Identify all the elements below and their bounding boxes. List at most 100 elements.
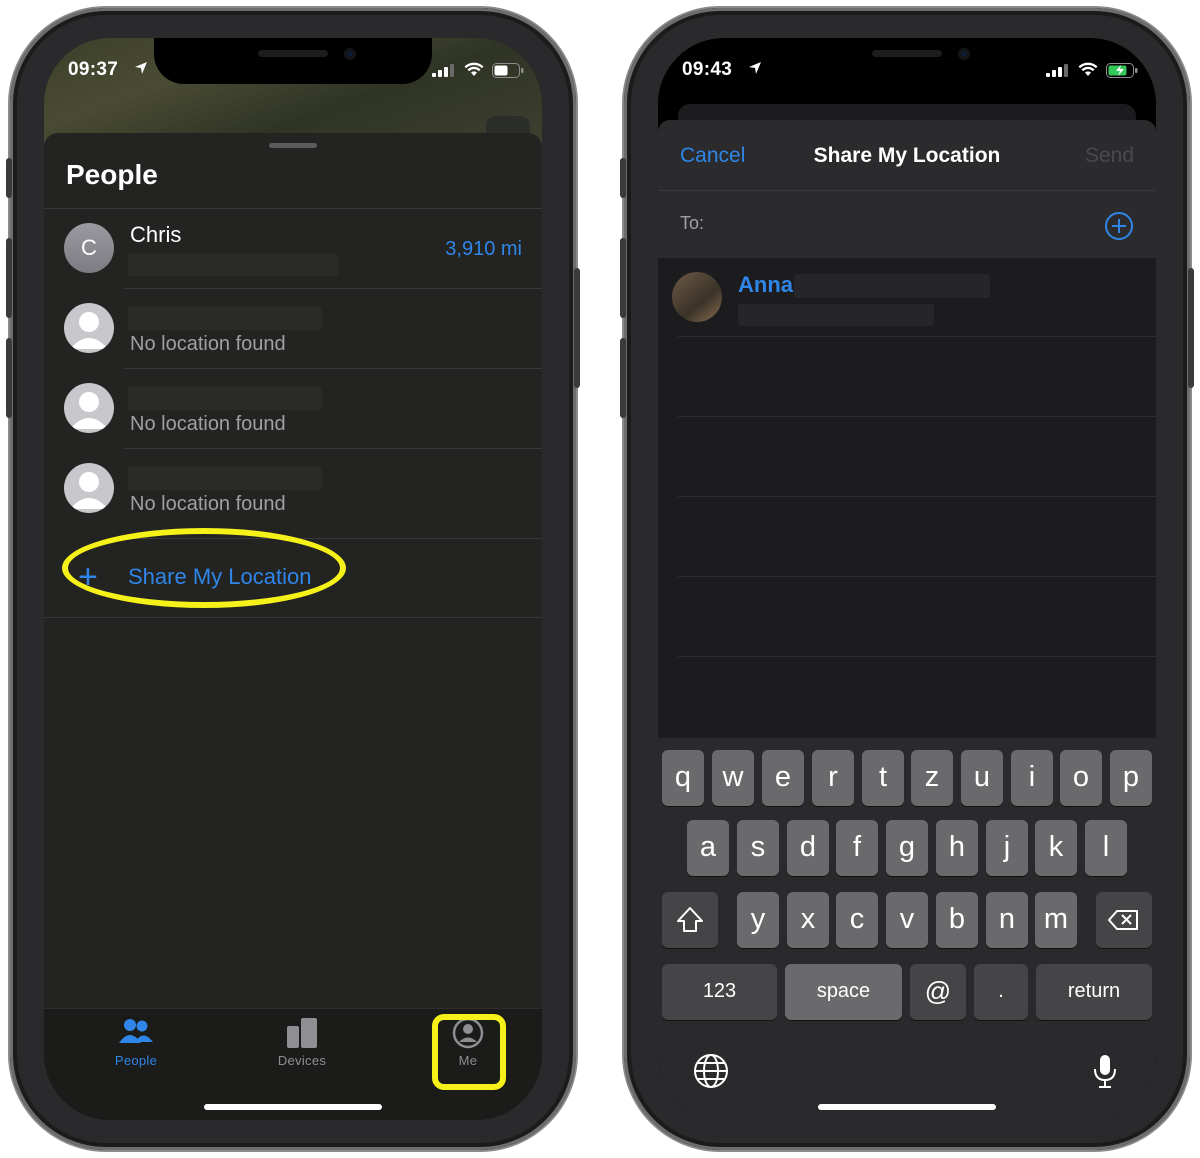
person-distance: 3,910 mi [445,238,522,260]
location-status: No location found [130,333,286,355]
add-contact-icon[interactable] [1104,211,1134,241]
row-divider [124,448,542,449]
left-screen: 09:37 People C Chris 3,910 mi No locatio… [44,38,542,1120]
key-z[interactable]: z [911,750,953,806]
contact-name: Anna [738,272,793,297]
key-l[interactable]: l [1085,820,1127,876]
key-v[interactable]: v [886,892,928,948]
key-f[interactable]: f [836,820,878,876]
home-indicator[interactable] [204,1104,382,1110]
location-status: No location found [130,413,286,435]
wifi-icon [464,62,484,76]
dot-key[interactable]: . [974,964,1028,1020]
tab-label: People [114,1053,158,1068]
key-y[interactable]: y [737,892,779,948]
cellular-signal-icon [1046,64,1068,77]
mute-switch [6,158,12,198]
numbers-key[interactable]: 123 [662,964,777,1020]
home-indicator[interactable] [818,1104,996,1110]
tab-devices[interactable]: Devices [242,1017,362,1077]
to-label: To: [680,213,705,233]
key-j[interactable]: j [986,820,1028,876]
sheet-grabber[interactable] [269,143,317,148]
redacted-address [128,254,338,276]
row-divider [678,656,1156,657]
devices-icon [287,1018,317,1048]
person-row-chris[interactable]: C Chris 3,910 mi [44,208,542,288]
shift-icon [677,907,703,932]
people-icon [119,1019,153,1043]
key-r[interactable]: r [812,750,854,806]
cancel-button[interactable]: Cancel [680,144,745,168]
battery-icon [492,63,524,78]
key-k[interactable]: k [1035,820,1077,876]
avatar-placeholder-icon [64,303,114,353]
wifi-icon [1078,62,1098,76]
row-divider [44,208,542,209]
delete-key[interactable] [1096,892,1152,948]
page-title: People [66,159,158,190]
row-divider [678,416,1156,417]
key-x[interactable]: x [787,892,829,948]
key-m[interactable]: m [1035,892,1077,948]
volume-down-button [6,338,12,418]
status-time: 09:43 [682,59,733,80]
key-e[interactable]: e [762,750,804,806]
tab-people[interactable]: People [76,1017,196,1077]
key-t[interactable]: t [862,750,904,806]
key-a[interactable]: a [687,820,729,876]
contact-avatar [672,272,722,322]
person-row[interactable]: No location found [44,448,542,528]
volume-down-button [620,338,626,418]
person-name: Chris [130,222,182,247]
person-row[interactable]: No location found [44,368,542,448]
contact-row[interactable]: Anna [658,258,1156,336]
key-n[interactable]: n [986,892,1028,948]
key-q[interactable]: q [662,750,704,806]
key-s[interactable]: s [737,820,779,876]
key-u[interactable]: u [961,750,1003,806]
right-screen: 09:43 Share My Location Cancel Send To: … [658,38,1156,1120]
highlight-annotation [432,1014,506,1090]
send-button[interactable]: Send [1085,144,1134,168]
row-divider [678,576,1156,577]
location-arrow-icon [749,62,761,74]
avatar-placeholder-icon [64,383,114,433]
keyboard: q w e r t z u i o p a s d f g h j k l y … [658,738,1156,1120]
avatar: C [64,223,114,273]
globe-icon[interactable] [692,1052,730,1090]
key-d[interactable]: d [787,820,829,876]
location-status: No location found [130,493,286,515]
space-key[interactable]: space [785,964,902,1020]
person-row[interactable]: No location found [44,288,542,368]
redacted-name [128,386,322,410]
left-phone: 09:37 People C Chris 3,910 mi No locatio… [6,8,580,1150]
backspace-icon [1108,910,1138,930]
recipient-field[interactable]: To: [658,190,1156,258]
notch [154,38,432,84]
right-phone: 09:43 Share My Location Cancel Send To: … [620,8,1194,1150]
key-b[interactable]: b [936,892,978,948]
key-g[interactable]: g [886,820,928,876]
shift-key[interactable] [662,892,718,948]
contact-suggestions: Anna [658,258,1156,738]
at-key[interactable]: @ [910,964,966,1020]
volume-up-button [6,238,12,318]
microphone-icon[interactable] [1086,1052,1124,1090]
location-arrow-icon [135,62,147,74]
tab-label: Devices [277,1053,327,1068]
key-w[interactable]: w [712,750,754,806]
key-o[interactable]: o [1060,750,1102,806]
cellular-signal-icon [432,64,454,77]
key-p[interactable]: p [1110,750,1152,806]
row-divider [124,368,542,369]
key-h[interactable]: h [936,820,978,876]
notch [768,38,1046,84]
key-i[interactable]: i [1011,750,1053,806]
key-c[interactable]: c [836,892,878,948]
avatar-placeholder-icon [64,463,114,513]
nav-bar: Share My Location Cancel Send [658,120,1156,190]
side-button [1188,268,1194,388]
return-key[interactable]: return [1036,964,1152,1020]
row-divider [124,288,542,289]
